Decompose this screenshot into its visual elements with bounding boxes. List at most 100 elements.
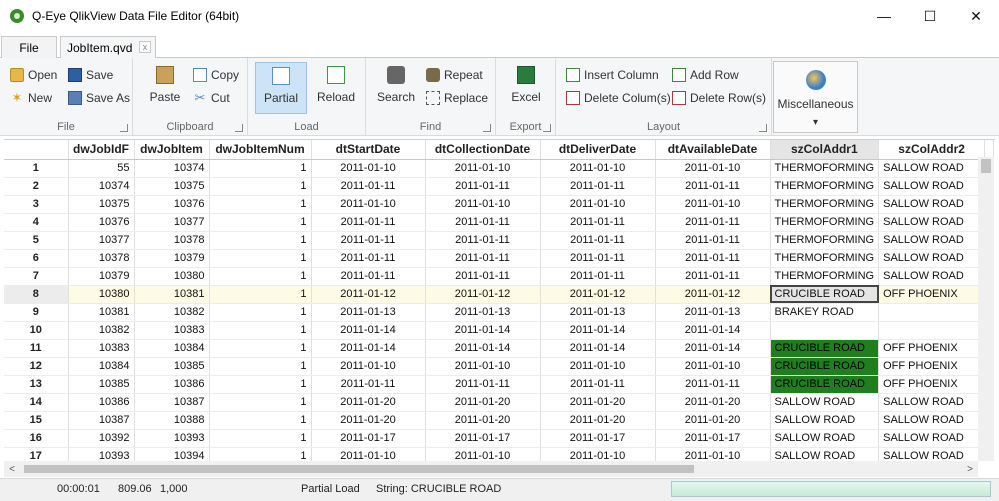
column-header[interactable]: szColAddr2 bbox=[878, 140, 986, 160]
table-cell[interactable]: 10386 bbox=[134, 375, 210, 394]
tab-close-icon[interactable]: x bbox=[139, 41, 151, 53]
table-cell[interactable]: 2011-01-10 bbox=[425, 357, 541, 376]
table-cell[interactable]: 2011-01-10 bbox=[655, 447, 771, 461]
table-cell[interactable]: 2011-01-11 bbox=[425, 213, 541, 232]
table-cell[interactable]: THERMOFORMING bbox=[770, 249, 880, 268]
table-cell[interactable]: 10376 bbox=[68, 213, 135, 232]
table-cell[interactable]: 2011-01-11 bbox=[655, 231, 771, 250]
table-cell[interactable]: 2011-01-14 bbox=[425, 321, 541, 340]
row-number[interactable]: 16 bbox=[4, 429, 69, 448]
table-cell[interactable]: 10381 bbox=[134, 285, 210, 304]
table-cell[interactable]: 2011-01-11 bbox=[425, 375, 541, 394]
column-header[interactable]: dtAvailableDate bbox=[655, 140, 771, 160]
table-cell[interactable]: 2011-01-10 bbox=[655, 195, 771, 214]
table-cell[interactable]: 2011-01-14 bbox=[425, 339, 541, 358]
table-cell[interactable]: 2011-01-17 bbox=[425, 429, 541, 448]
table-row[interactable]: 12 10384 10385 1 2011-01-10 2011-01-10 2011-01… bbox=[4, 357, 995, 376]
table-cell[interactable]: 2011-01-10 bbox=[311, 357, 426, 376]
tab-file[interactable]: File bbox=[1, 36, 57, 58]
table-cell[interactable]: 2011-01-14 bbox=[311, 339, 426, 358]
table-cell[interactable]: OFF PHOENIX bbox=[878, 339, 986, 358]
row-number[interactable]: 14 bbox=[4, 393, 69, 412]
tab-document[interactable]: JobItem.qvd x bbox=[60, 36, 156, 59]
column-header[interactable]: dtCollectionDate bbox=[425, 140, 541, 160]
table-cell[interactable]: 2011-01-14 bbox=[311, 321, 426, 340]
table-cell[interactable]: 10375 bbox=[68, 195, 135, 214]
table-cell[interactable]: 2011-01-10 bbox=[425, 195, 541, 214]
table-cell[interactable]: 10394 bbox=[134, 447, 210, 461]
table-cell[interactable]: 2011-01-10 bbox=[540, 357, 656, 376]
table-cell[interactable]: 10384 bbox=[134, 339, 210, 358]
table-cell[interactable]: 2011-01-11 bbox=[425, 231, 541, 250]
table-cell[interactable]: 2011-01-10 bbox=[311, 195, 426, 214]
table-cell[interactable]: THERMOFORMING bbox=[770, 177, 880, 196]
table-cell[interactable]: SALLOW ROAD bbox=[878, 177, 986, 196]
insert-column-button[interactable]: Insert Column bbox=[566, 65, 659, 85]
table-cell[interactable]: 2011-01-11 bbox=[425, 177, 541, 196]
table-cell[interactable]: 2011-01-11 bbox=[425, 249, 541, 268]
row-number[interactable]: 10 bbox=[4, 321, 69, 340]
table-cell[interactable]: 2011-01-10 bbox=[540, 447, 656, 461]
table-cell[interactable]: 2011-01-12 bbox=[540, 285, 656, 304]
table-row[interactable]: 3 10375 10376 1 2011-01-10 2011-01-10 2011-01-… bbox=[4, 195, 995, 214]
table-cell[interactable]: 2011-01-11 bbox=[655, 267, 771, 286]
table-cell[interactable]: 10383 bbox=[68, 339, 135, 358]
row-number[interactable]: 17 bbox=[4, 447, 69, 461]
table-cell[interactable]: CRUCIBLE ROAD bbox=[770, 375, 880, 394]
table-cell[interactable]: 2011-01-14 bbox=[540, 339, 656, 358]
table-cell[interactable]: 2011-01-20 bbox=[311, 393, 426, 412]
table-cell[interactable]: 2011-01-10 bbox=[540, 159, 656, 178]
horizontal-scrollbar[interactable]: < > bbox=[4, 461, 978, 477]
open-button[interactable]: Open bbox=[10, 65, 57, 85]
table-cell[interactable]: OFF PHOENIX bbox=[878, 285, 986, 304]
table-cell[interactable]: 10384 bbox=[68, 357, 135, 376]
table-cell[interactable]: CRUCIBLE ROAD bbox=[770, 339, 880, 358]
table-row[interactable]: 6 10378 10379 1 2011-01-11 2011-01-11 2011-01-… bbox=[4, 249, 995, 268]
table-cell[interactable]: 2011-01-12 bbox=[311, 285, 426, 304]
table-cell[interactable]: SALLOW ROAD bbox=[878, 213, 986, 232]
table-cell[interactable]: CRUCIBLE ROAD bbox=[770, 357, 880, 376]
table-cell[interactable]: SALLOW ROAD bbox=[878, 393, 986, 412]
table-cell[interactable]: 2011-01-11 bbox=[311, 231, 426, 250]
table-cell[interactable]: 2011-01-11 bbox=[655, 213, 771, 232]
table-cell[interactable]: SALLOW ROAD bbox=[878, 411, 986, 430]
table-cell[interactable]: 10388 bbox=[134, 411, 210, 430]
table-cell[interactable]: 10380 bbox=[134, 267, 210, 286]
close-button[interactable]: ✕ bbox=[953, 0, 999, 32]
table-cell[interactable]: 1 bbox=[209, 249, 312, 268]
table-cell[interactable]: 2011-01-11 bbox=[311, 213, 426, 232]
table-cell[interactable]: THERMOFORMING bbox=[770, 195, 880, 214]
table-cell[interactable]: 2011-01-11 bbox=[311, 267, 426, 286]
table-cell[interactable]: SALLOW ROAD bbox=[770, 411, 880, 430]
repeat-button[interactable]: Repeat bbox=[426, 65, 483, 85]
table-cell[interactable] bbox=[770, 321, 880, 340]
table-cell[interactable]: 2011-01-17 bbox=[311, 429, 426, 448]
table-cell[interactable]: 2011-01-11 bbox=[311, 375, 426, 394]
table-cell[interactable]: 2011-01-13 bbox=[540, 303, 656, 322]
table-cell[interactable]: SALLOW ROAD bbox=[878, 195, 986, 214]
reload-button[interactable]: Reload bbox=[312, 62, 360, 114]
column-header[interactable]: dwJobItem bbox=[134, 140, 210, 160]
minimize-button[interactable]: — bbox=[861, 0, 907, 32]
table-row[interactable]: 13 10385 10386 1 2011-01-11 2011-01-11 2011-01… bbox=[4, 375, 995, 394]
table-cell[interactable]: 2011-01-20 bbox=[655, 393, 771, 412]
table-cell[interactable]: THERMOFORMING bbox=[770, 213, 880, 232]
table-cell[interactable]: 2011-01-17 bbox=[540, 429, 656, 448]
table-cell[interactable]: THERMOFORMING bbox=[770, 231, 880, 250]
table-row[interactable]: 4 10376 10377 1 2011-01-11 2011-01-11 2011-01-… bbox=[4, 213, 995, 232]
table-cell[interactable]: 2011-01-10 bbox=[655, 357, 771, 376]
table-cell[interactable]: 2011-01-14 bbox=[540, 321, 656, 340]
copy-button[interactable]: Copy bbox=[193, 65, 239, 85]
table-cell[interactable]: SALLOW ROAD bbox=[878, 267, 986, 286]
table-cell[interactable]: 2011-01-20 bbox=[311, 411, 426, 430]
table-cell[interactable]: 2011-01-14 bbox=[655, 321, 771, 340]
search-button[interactable]: Search bbox=[374, 62, 418, 114]
cut-button[interactable]: ✂ Cut bbox=[193, 88, 230, 108]
table-cell[interactable] bbox=[878, 303, 986, 322]
table-cell[interactable]: 55 bbox=[68, 159, 135, 178]
table-cell[interactable]: SALLOW ROAD bbox=[770, 429, 880, 448]
table-cell[interactable]: 10378 bbox=[68, 249, 135, 268]
column-header[interactable]: dtStartDate bbox=[311, 140, 426, 160]
table-cell[interactable]: 2011-01-20 bbox=[655, 411, 771, 430]
table-cell[interactable]: 2011-01-12 bbox=[655, 285, 771, 304]
